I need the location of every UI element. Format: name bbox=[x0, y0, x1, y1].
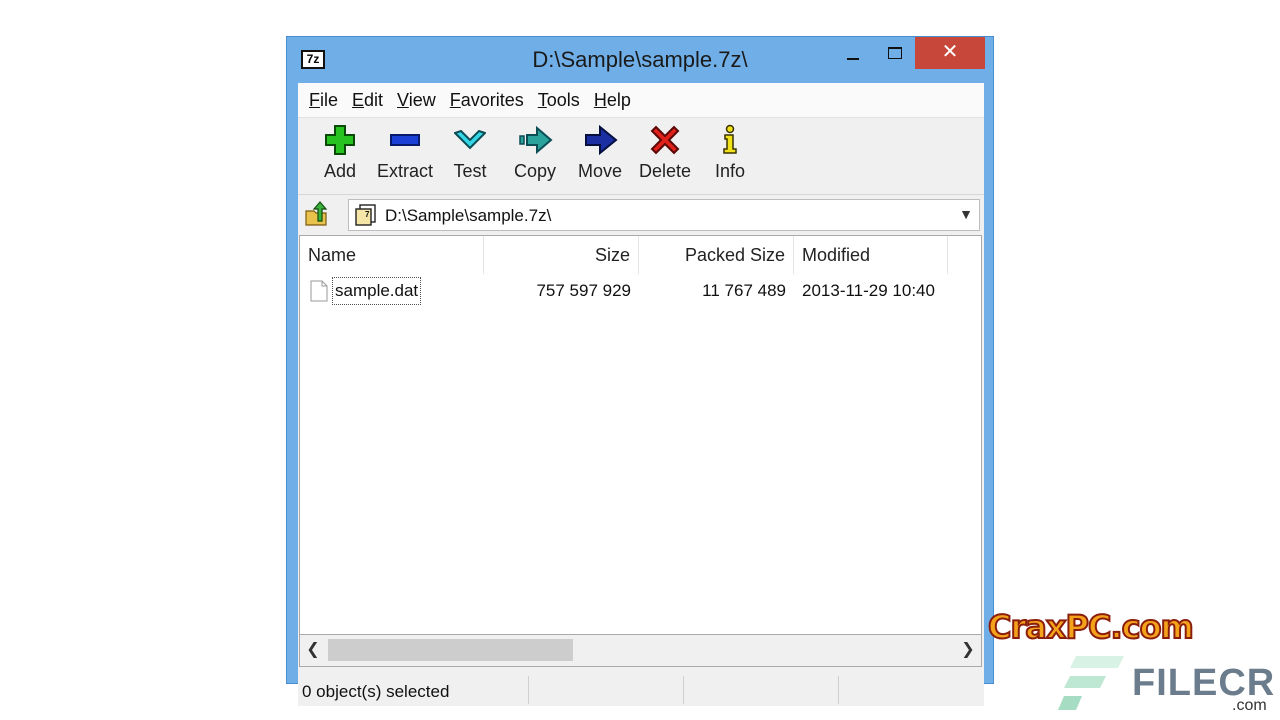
close-button[interactable]: ✕ bbox=[915, 37, 985, 69]
filecr-logo-icon bbox=[1058, 656, 1124, 710]
file-list[interactable]: Name Size Packed Size Modified sample.da… bbox=[299, 235, 982, 635]
folder-up-button[interactable] bbox=[304, 201, 330, 227]
test-icon bbox=[454, 129, 486, 150]
horizontal-scrollbar[interactable]: ❮ ❯ bbox=[299, 635, 982, 667]
table-row[interactable]: sample.dat 757 597 929 11 767 489 2013-1… bbox=[300, 274, 981, 308]
menu-tools[interactable]: Tools bbox=[538, 90, 580, 111]
info-button[interactable]: Info bbox=[698, 118, 762, 190]
menu-bar: File Edit View Favorites Tools Help bbox=[298, 83, 984, 118]
row-name: sample.dat bbox=[332, 277, 422, 305]
craxpc-watermark: CraxPC.com bbox=[987, 607, 1195, 647]
filecr-com-watermark: .com bbox=[1232, 697, 1267, 714]
status-text: 0 object(s) selected bbox=[302, 682, 450, 701]
toolbar: Add Extract Test Copy Move Delete Info bbox=[298, 118, 984, 195]
menu-help[interactable]: Help bbox=[594, 90, 631, 111]
info-icon bbox=[723, 124, 737, 154]
row-modified: 2013-11-29 10:40 bbox=[802, 281, 935, 300]
status-divider bbox=[838, 676, 839, 704]
folder-up-icon bbox=[305, 201, 328, 226]
move-icon bbox=[585, 124, 618, 156]
scroll-right-icon[interactable]: ❯ bbox=[955, 635, 981, 665]
status-bar: 0 object(s) selected bbox=[298, 674, 984, 706]
status-divider bbox=[528, 676, 529, 704]
row-size: 757 597 929 bbox=[536, 281, 631, 300]
menu-edit[interactable]: Edit bbox=[352, 90, 383, 111]
scroll-left-icon[interactable]: ❮ bbox=[300, 635, 326, 665]
archive-7z-icon: 7 bbox=[355, 204, 376, 226]
menu-favorites[interactable]: Favorites bbox=[450, 90, 524, 111]
menu-view[interactable]: View bbox=[397, 90, 436, 111]
info-label: Info bbox=[714, 161, 746, 181]
address-row: 7 D:\Sample\sample.7z\ ▼ bbox=[298, 195, 984, 233]
client-area: File Edit View Favorites Tools Help Add … bbox=[298, 83, 984, 706]
file-icon bbox=[310, 280, 328, 302]
scroll-thumb[interactable] bbox=[328, 639, 573, 661]
list-header: Name Size Packed Size Modified bbox=[300, 236, 981, 274]
column-packed-size[interactable]: Packed Size bbox=[639, 236, 794, 274]
column-modified[interactable]: Modified bbox=[794, 236, 948, 274]
address-bar[interactable]: 7 D:\Sample\sample.7z\ ▼ bbox=[348, 199, 980, 231]
copy-icon bbox=[519, 125, 553, 155]
svg-text:7: 7 bbox=[365, 210, 370, 219]
chevron-down-icon[interactable]: ▼ bbox=[959, 206, 973, 222]
title-bar[interactable]: 7z D:\Sample\sample.7z\ ✕ bbox=[287, 37, 993, 83]
row-packed-size: 11 767 489 bbox=[702, 281, 786, 300]
status-divider bbox=[683, 676, 684, 704]
column-name[interactable]: Name bbox=[300, 236, 484, 274]
column-size[interactable]: Size bbox=[484, 236, 639, 274]
address-path: D:\Sample\sample.7z\ bbox=[385, 206, 552, 225]
minimize-button[interactable] bbox=[835, 37, 871, 69]
extract-icon bbox=[390, 134, 420, 146]
delete-icon bbox=[650, 125, 680, 155]
app-window: 7z D:\Sample\sample.7z\ ✕ File Edit View… bbox=[286, 36, 994, 706]
add-icon bbox=[325, 125, 355, 155]
maximize-button[interactable] bbox=[877, 37, 913, 69]
menu-file[interactable]: File bbox=[309, 90, 338, 111]
